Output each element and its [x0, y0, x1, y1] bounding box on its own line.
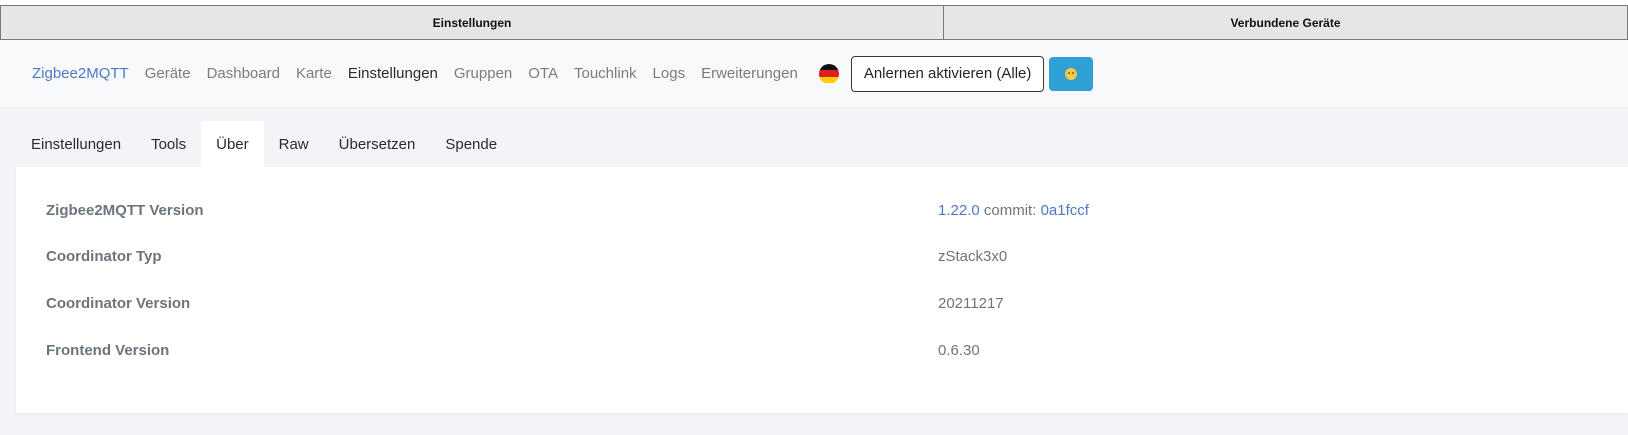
nav-link-einstellungen[interactable]: Einstellungen [348, 65, 438, 82]
nav-link-gruppen[interactable]: Gruppen [454, 65, 512, 82]
nav-link-erweiterungen[interactable]: Erweiterungen [701, 65, 798, 82]
subtab-einstellungen[interactable]: Einstellungen [16, 121, 136, 167]
subtab-raw[interactable]: Raw [264, 121, 324, 167]
nav-link-logs[interactable]: Logs [653, 65, 686, 82]
nav-link-geraete[interactable]: Geräte [145, 65, 191, 82]
about-label: Zigbee2MQTT Version [46, 201, 204, 219]
about-row-z2m-version: Zigbee2MQTT Version 1.22.0 commit: 0a1fc… [16, 195, 1628, 225]
about-value: 0.6.30 [938, 341, 980, 359]
settings-subtabs: Einstellungen Tools Über Raw Übersetzen … [16, 121, 512, 167]
about-row-coordinator-type: Coordinator Typ zStack3x0 [16, 241, 1628, 271]
version-link[interactable]: 1.22.0 [938, 202, 980, 219]
about-value: 1.22.0 commit: 0a1fccf [938, 202, 1089, 219]
nav-link-dashboard[interactable]: Dashboard [207, 65, 280, 82]
about-label: Frontend Version [46, 341, 170, 359]
theme-toggle-button[interactable] [1049, 56, 1094, 91]
about-row-frontend-version: Frontend Version 0.6.30 [16, 335, 1628, 365]
nav-link-karte[interactable]: Karte [296, 65, 332, 82]
about-value: zStack3x0 [938, 247, 1008, 265]
german-flag-icon[interactable] [818, 63, 839, 84]
subtab-ueber[interactable]: Über [201, 121, 264, 167]
brand-link[interactable]: Zigbee2MQTT [32, 65, 129, 82]
nav-link-ota[interactable]: OTA [528, 65, 558, 82]
about-label: Coordinator Version [46, 294, 191, 312]
commit-label: commit: [983, 201, 1037, 219]
window-tab-bar: Einstellungen Verbundene Geräte [0, 5, 1628, 40]
window-tab-einstellungen[interactable]: Einstellungen [0, 5, 944, 40]
about-value: 20211217 [938, 294, 1004, 312]
about-label: Coordinator Typ [46, 247, 162, 265]
subtab-uebersetzen[interactable]: Übersetzen [324, 121, 431, 167]
about-row-coordinator-version: Coordinator Version 20211217 [16, 288, 1628, 318]
subtab-tools[interactable]: Tools [136, 121, 201, 167]
nav-link-touchlink[interactable]: Touchlink [574, 65, 637, 82]
smiley-icon [1065, 67, 1078, 80]
subtab-spende[interactable]: Spende [430, 121, 512, 167]
navbar: Zigbee2MQTT Geräte Dashboard Karte Einst… [0, 40, 1628, 107]
permit-join-button[interactable]: Anlernen aktivieren (Alle) [850, 55, 1045, 92]
about-card: Zigbee2MQTT Version 1.22.0 commit: 0a1fc… [16, 167, 1628, 413]
commit-link[interactable]: 0a1fccf [1041, 202, 1089, 219]
window-tab-verbundene-geraete[interactable]: Verbundene Geräte [944, 5, 1628, 40]
